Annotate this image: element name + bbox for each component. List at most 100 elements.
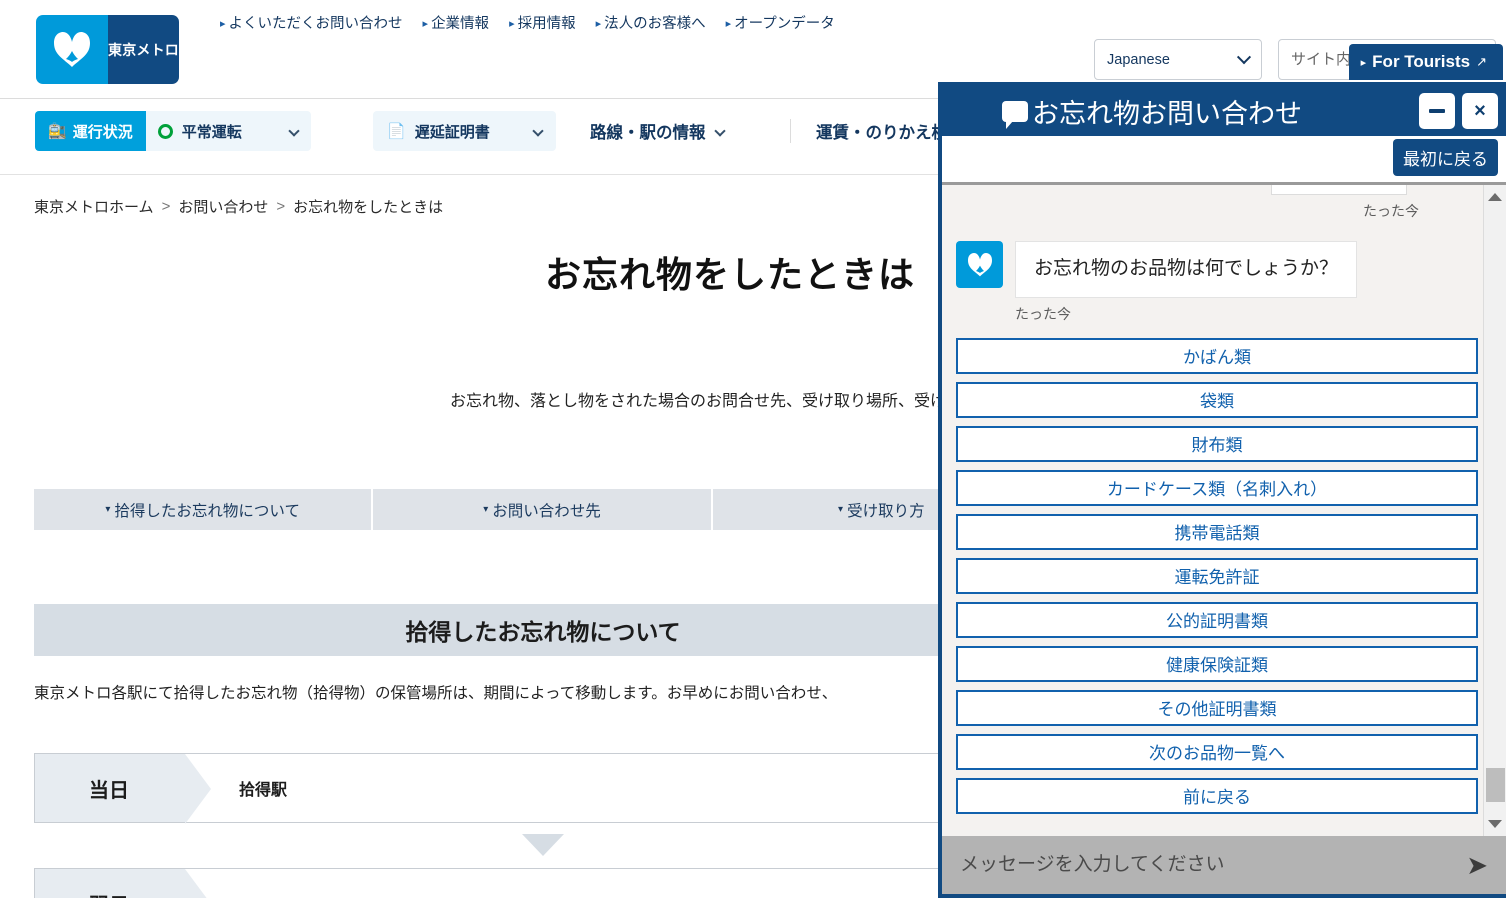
chevron-down-icon [1236,49,1252,64]
utility-nav-item-2[interactable]: 採用情報 [509,12,576,33]
chat-window-controls: × [1419,93,1498,129]
tab-found-items-label: 拾得したお忘れ物について [114,502,300,520]
metro-m-logo-icon [36,15,108,84]
chat-header: お忘れ物お問い合わせ × [942,86,1506,136]
triangle-down-icon [522,834,564,856]
operation-status-state[interactable]: 平常運転 [145,111,311,151]
chat-option-next-list[interactable]: 次のお品物一覧へ [956,733,1478,770]
bot-message-timestamp: たった今 [1015,305,1071,322]
metro-m-logo-svg [54,31,90,67]
section-tabs: ▾ 拾得したお忘れ物について ▾ お問い合わせ先 ▾ 受け取り方 [34,489,1052,530]
minimize-button[interactable] [1419,93,1455,129]
breadcrumb-separator: > [276,198,286,215]
user-message-timestamp: たった今 [1363,203,1419,219]
breadcrumb-item-2: お忘れ物をしたときは [293,199,444,216]
chat-option-mobile[interactable]: 携帯電話類 [956,513,1478,550]
chevron-down-icon [713,125,726,137]
language-select-value: Japanese [1107,51,1170,68]
breadcrumb: 東京メトロホーム > お問い合わせ > お忘れ物をしたときは [34,196,443,217]
chat-option-health-insurance[interactable]: 健康保険証類 [956,645,1478,682]
document-icon: 📄 [387,123,406,140]
chat-option-other-certs[interactable]: その他証明書類 [956,689,1478,726]
site-logo[interactable]: 東京メトロ [36,15,179,84]
chat-option-drivers-license[interactable]: 運転免許証 [956,557,1478,594]
timeline-row-same-day: 当日 拾得駅 [34,753,1052,824]
chat-scrollbar[interactable] [1483,185,1506,836]
chat-option-card-cases[interactable]: カードケース類（名刺入れ） [956,469,1478,506]
logo-brand-name: 東京メトロ [108,15,179,84]
minus-icon [1429,109,1445,113]
chat-option-back[interactable]: 前に戻る [956,777,1478,814]
section-heading: 拾得したお忘れ物について [34,604,1052,656]
operation-status-label: 運行状況 [72,123,133,141]
triangle-down-icon: ▾ [838,504,844,515]
timeline-period-label: 当日 [35,754,211,824]
triangle-down-icon [1488,820,1502,828]
external-link-icon: ↗ [1476,54,1487,69]
chat-bubble-icon [1002,100,1028,129]
chat-subbar: 最初に戻る [942,136,1506,182]
for-tourists-label: For Tourists [1372,52,1471,71]
timeline-row-next-day: 翌日〜 [34,868,1052,898]
green-circle-icon [157,123,173,139]
user-message-bubble [1271,185,1407,195]
chat-option-sacks[interactable]: 袋類 [956,381,1478,418]
chat-option-bags[interactable]: かばん類 [956,337,1478,374]
delay-certificate-button[interactable]: 📄 遅延証明書 [373,111,556,151]
chat-input-row: ➤ [942,836,1506,894]
chat-title-text: お忘れ物お問い合わせ [1032,98,1302,129]
chat-title: お忘れ物お問い合わせ [1002,92,1302,131]
close-button[interactable]: × [1462,93,1498,129]
chat-message-input[interactable] [960,854,1457,876]
triangle-down-icon: ▾ [483,504,489,515]
language-select[interactable]: Japanese [1094,39,1262,80]
train-icon: 🚉 [48,123,67,140]
triangle-up-icon [1488,193,1502,201]
timeline-period-label: 翌日〜 [35,869,211,898]
utility-nav: よくいただくお問い合わせ 企業情報 採用情報 法人のお客様へ オープンデータ [220,12,835,33]
chat-option-wallets[interactable]: 財布類 [956,425,1478,462]
chat-message-user [956,185,1469,199]
page-root: 東京メトロ よくいただくお問い合わせ 企業情報 採用情報 法人のお客様へ オープ… [0,0,1506,898]
scroll-up-button[interactable] [1488,185,1502,209]
utility-nav-item-3[interactable]: 法人のお客様へ [596,12,706,33]
chat-message-area: たった今 お忘れ物のお品物は何でしょうか？ たった今 かばん類 袋類 財布類 カ… [942,182,1506,836]
chat-option-list: かばん類 袋類 財布類 カードケース類（名刺入れ） 携帯電話類 運転免許証 公的… [956,337,1478,814]
tab-pickup-label: 受け取り方 [847,502,925,520]
scrollbar-track[interactable] [1484,209,1506,812]
delay-certificate-label: 遅延証明書 [414,123,490,141]
bot-avatar [956,241,1003,288]
utility-nav-item-1[interactable]: 企業情報 [423,12,489,33]
bot-message-bubble: お忘れ物のお品物は何でしょうか？ [1015,241,1358,298]
breadcrumb-item-0[interactable]: 東京メトロホーム [34,196,154,217]
triangle-down-icon: ▾ [105,504,111,515]
chevron-down-icon [532,125,544,137]
utility-nav-item-0[interactable]: よくいただくお問い合わせ [220,12,403,33]
close-icon: × [1474,99,1486,122]
timeline-arrow [34,830,1052,860]
for-tourists-button[interactable]: ▸ For Tourists ↗ [1348,44,1503,80]
scroll-down-button[interactable] [1488,812,1502,836]
triangle-right-icon: ▸ [1360,56,1367,69]
utility-nav-item-4[interactable]: オープンデータ [726,12,835,33]
operation-status-state-label: 平常運転 [181,123,242,141]
metro-m-logo-icon [967,252,992,276]
chat-message-bot: お忘れ物のお品物は何でしょうか？ [956,241,1469,298]
section-body-text: 東京メトロ各駅にて拾得したお忘れ物（拾得物）の保管場所は、期間によって移動します… [34,685,838,702]
restart-conversation-button[interactable]: 最初に戻る [1393,139,1498,176]
operation-status-group[interactable]: 🚉 運行状況 平常運転 [35,111,311,151]
chat-scroll-content: たった今 お忘れ物のお品物は何でしょうか？ たった今 かばん類 袋類 財布類 カ… [942,185,1483,836]
chat-widget: お忘れ物お問い合わせ × 最初に戻る たった今 お忘れ物のお品物は何でしょうか？… [938,82,1506,898]
tab-contact-label: お問い合わせ先 [492,502,601,520]
send-arrow-icon[interactable]: ➤ [1466,850,1488,881]
breadcrumb-separator: > [161,198,171,215]
tab-contact[interactable]: ▾ お問い合わせ先 [373,489,713,530]
breadcrumb-item-1[interactable]: お問い合わせ [178,196,268,217]
scrollbar-thumb[interactable] [1486,768,1505,802]
tab-found-items[interactable]: ▾ 拾得したお忘れ物について [34,489,374,530]
operation-status-badge: 🚉 運行状況 [35,111,146,151]
chat-option-public-id[interactable]: 公的証明書類 [956,601,1478,638]
nav-link-route-station-label: 路線・駅の情報 [590,124,706,142]
nav-link-route-station[interactable]: 路線・駅の情報 [590,119,726,143]
chevron-down-icon [288,125,300,137]
